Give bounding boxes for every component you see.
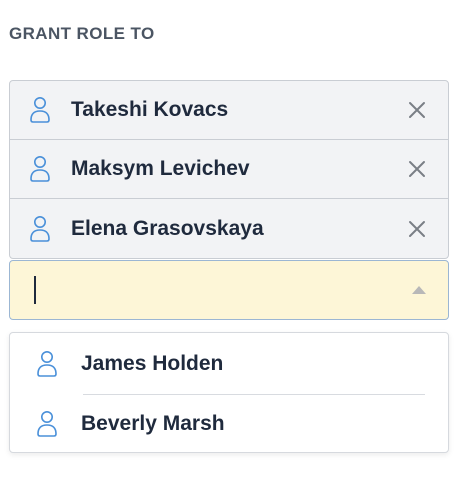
remove-user-button[interactable] [406,99,428,121]
selected-user-chip: Takeshi Kovacs [10,81,448,140]
user-search-input[interactable] [9,260,449,320]
user-icon [29,96,51,124]
selected-user-name: Maksym Levichev [71,157,250,180]
dropdown-option[interactable]: James Holden [10,334,448,394]
close-icon [409,220,425,237]
chevron-up-icon[interactable] [412,286,426,294]
remove-user-button[interactable] [406,218,428,240]
selected-user-chip: Maksym Levichev [10,140,448,199]
option-name: James Holden [81,352,224,375]
selected-user-name: Takeshi Kovacs [71,98,229,121]
text-cursor [34,276,36,304]
selected-users-list: Takeshi Kovacs Maksym Levichev Elena Gra… [9,80,449,259]
selected-user-chip: Elena Grasovskaya [10,199,448,258]
selected-user-name: Elena Grasovskaya [71,216,264,240]
user-icon [29,155,51,183]
close-icon [409,102,425,118]
user-options-dropdown: James Holden Beverly Marsh [9,332,449,453]
user-icon [36,350,58,378]
remove-user-button[interactable] [406,158,428,180]
field-label: GRANT ROLE TO [9,24,155,43]
close-icon [409,161,425,177]
dropdown-option[interactable]: Beverly Marsh [10,394,448,454]
option-name: Beverly Marsh [81,412,225,435]
user-icon [36,410,58,438]
user-icon [29,215,51,243]
